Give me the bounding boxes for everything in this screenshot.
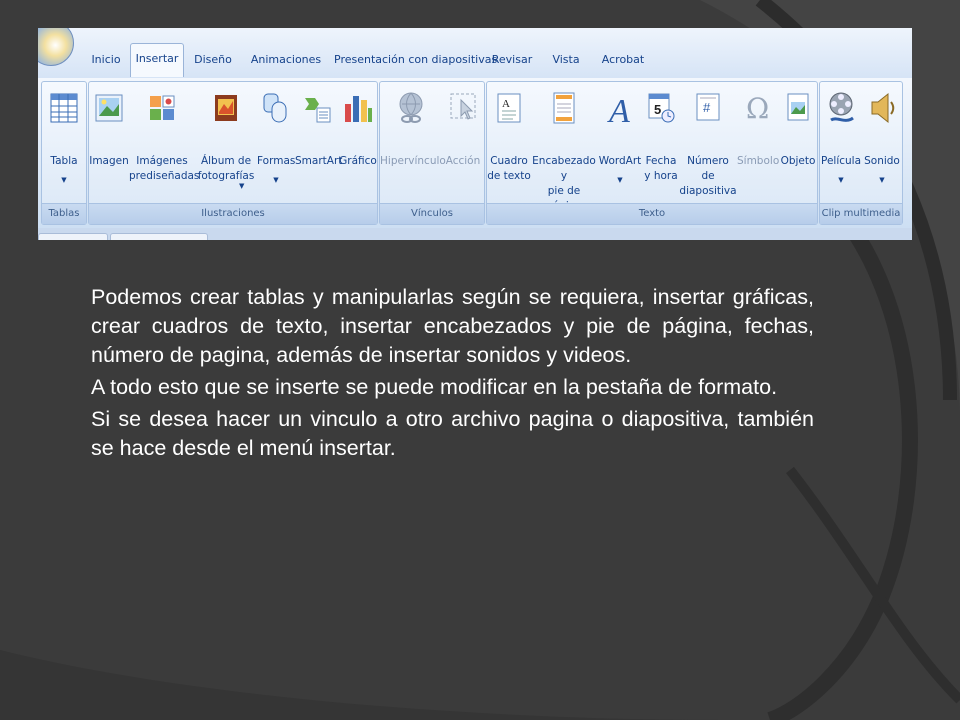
accion-button[interactable]: Acción: [442, 82, 484, 202]
group-label-tablas: Tablas: [42, 203, 86, 224]
tab-revisar[interactable]: Revisar: [490, 48, 534, 72]
date-time-icon: 5: [648, 93, 675, 123]
svg-text:A: A: [502, 98, 510, 110]
tab-inicio[interactable]: Inicio: [86, 48, 126, 72]
tab-animaciones[interactable]: Animaciones: [246, 48, 326, 72]
svg-text:A: A: [607, 93, 630, 126]
smartart-button[interactable]: SmartArt: [295, 82, 343, 202]
chart-icon: [345, 96, 372, 122]
tabla-button[interactable]: Tabla ▼: [42, 82, 86, 202]
pelicula-button[interactable]: Película ▼: [820, 82, 862, 202]
hipervinculo-label: Hipervínculo: [380, 155, 446, 167]
group-label-ilustraciones: Ilustraciones: [89, 203, 377, 224]
group-tablas: Tabla ▼ Tablas: [41, 81, 87, 225]
fecha-hora-label: Fecha y hora: [644, 155, 678, 182]
svg-text:Ω: Ω: [746, 92, 769, 125]
numero-diapositiva-label: Número de diapositiva: [679, 155, 737, 197]
group-label-texto: Texto: [487, 203, 817, 224]
tab-insertar[interactable]: Insertar: [130, 43, 184, 77]
tab-diseno[interactable]: Diseño: [190, 48, 236, 72]
group-clip-multimedia: Película ▼ Sonido ▼ Clip multimedia: [819, 81, 903, 225]
simbolo-button[interactable]: Ω Símbolo: [737, 82, 779, 202]
slide-number-icon: #: [696, 93, 720, 121]
chevron-down-icon: ▼: [239, 182, 245, 190]
symbol-icon: Ω: [746, 92, 769, 125]
wordart-button[interactable]: A WordArt ▼: [597, 82, 643, 202]
paragraph-2: A todo esto que se inserte se puede modi…: [91, 375, 778, 399]
wordart-label: WordArt: [598, 155, 642, 167]
chevron-down-icon: ▼: [838, 176, 844, 184]
photo-album-icon: [215, 95, 237, 121]
paragraph-3: Si se desea hacer un vinculo a otro arch…: [91, 407, 814, 460]
svg-text:5: 5: [654, 102, 661, 117]
header-footer-icon: [553, 92, 575, 124]
shapes-icon: [263, 93, 287, 123]
slide-body-text: Podemos crear tablas y manipularlas segú…: [91, 283, 814, 466]
smartart-icon: [305, 98, 331, 123]
group-label-vinculos: Vínculos: [380, 203, 484, 224]
chevron-down-icon: ▼: [879, 176, 885, 184]
group-label-clip-multimedia: Clip multimedia: [820, 203, 902, 224]
table-icon: [50, 93, 78, 123]
hyperlink-icon: [399, 92, 423, 123]
grafico-label: Gráfico: [339, 155, 377, 167]
tab-presentacion[interactable]: Presentación con diapositivas: [334, 48, 497, 72]
imagen-button[interactable]: Imagen: [89, 82, 129, 202]
group-ilustraciones: Imagen Imágenes prediseñadas Álbum de fo…: [88, 81, 378, 225]
smartart-label: SmartArt: [295, 155, 343, 167]
group-texto: A Cuadro de texto Encabezado y pie de pá…: [486, 81, 818, 225]
svg-text:#: #: [703, 100, 711, 115]
imagen-label: Imagen: [89, 155, 129, 167]
chevron-down-icon: ▼: [617, 176, 623, 184]
encabezado-pie-button[interactable]: Encabezado y pie de página: [531, 82, 597, 212]
slide: Inicio Insertar Diseño Animaciones Prese…: [0, 0, 960, 720]
objeto-label: Objeto: [780, 155, 816, 167]
ribbon-panel: Tabla ▼ Tablas Imagen Imágenes prediseña…: [38, 78, 912, 228]
imagenes-predisenadas-button[interactable]: Imágenes prediseñadas: [129, 82, 200, 202]
outline-tab[interactable]: [110, 233, 208, 240]
slides-tab[interactable]: [38, 233, 108, 240]
tab-vista[interactable]: Vista: [546, 48, 586, 72]
album-fotografias-button[interactable]: Álbum de fotografías ▼: [195, 82, 257, 202]
ribbon-screenshot: Inicio Insertar Diseño Animaciones Prese…: [38, 28, 912, 240]
ribbon-tab-bar: Inicio Insertar Diseño Animaciones Prese…: [38, 28, 912, 79]
chevron-down-icon: ▼: [61, 176, 67, 184]
formas-label: Formas: [257, 155, 296, 167]
album-fotografias-label: Álbum de fotografías: [197, 155, 255, 182]
simbolo-label: Símbolo: [737, 155, 780, 167]
object-icon: [787, 93, 809, 121]
cuadro-texto-button[interactable]: A Cuadro de texto: [487, 82, 531, 202]
objeto-button[interactable]: Objeto: [779, 82, 817, 202]
paragraph-1: Podemos crear tablas y manipularlas segú…: [91, 285, 814, 367]
sound-icon: [871, 92, 895, 124]
fecha-hora-button[interactable]: 5 Fecha y hora: [643, 82, 679, 202]
sonido-label: Sonido: [864, 155, 900, 167]
clipart-icon: [150, 95, 175, 120]
action-icon: [450, 93, 476, 120]
formas-button[interactable]: Formas ▼: [257, 82, 295, 202]
pelicula-label: Película: [820, 155, 862, 167]
cuadro-texto-label: Cuadro de texto: [487, 155, 531, 182]
office-button[interactable]: [38, 28, 74, 66]
wordart-icon: A: [607, 93, 630, 126]
chevron-down-icon: ▼: [273, 176, 279, 184]
tab-acrobat[interactable]: Acrobat: [598, 48, 648, 72]
grafico-button[interactable]: Gráfico: [339, 82, 377, 202]
imagenes-predisenadas-label: Imágenes prediseñadas: [129, 155, 200, 182]
group-vinculos: Hipervínculo Acción Vínculos: [379, 81, 485, 225]
sonido-button[interactable]: Sonido ▼: [862, 82, 902, 202]
picture-icon: [95, 94, 123, 122]
tabla-label: Tabla: [50, 155, 78, 167]
accion-label: Acción: [445, 155, 481, 167]
numero-diapositiva-button[interactable]: # Número de diapositiva: [679, 82, 737, 202]
hipervinculo-button[interactable]: Hipervínculo: [380, 82, 446, 202]
movie-icon: [829, 92, 854, 122]
text-box-icon: A: [497, 93, 521, 123]
